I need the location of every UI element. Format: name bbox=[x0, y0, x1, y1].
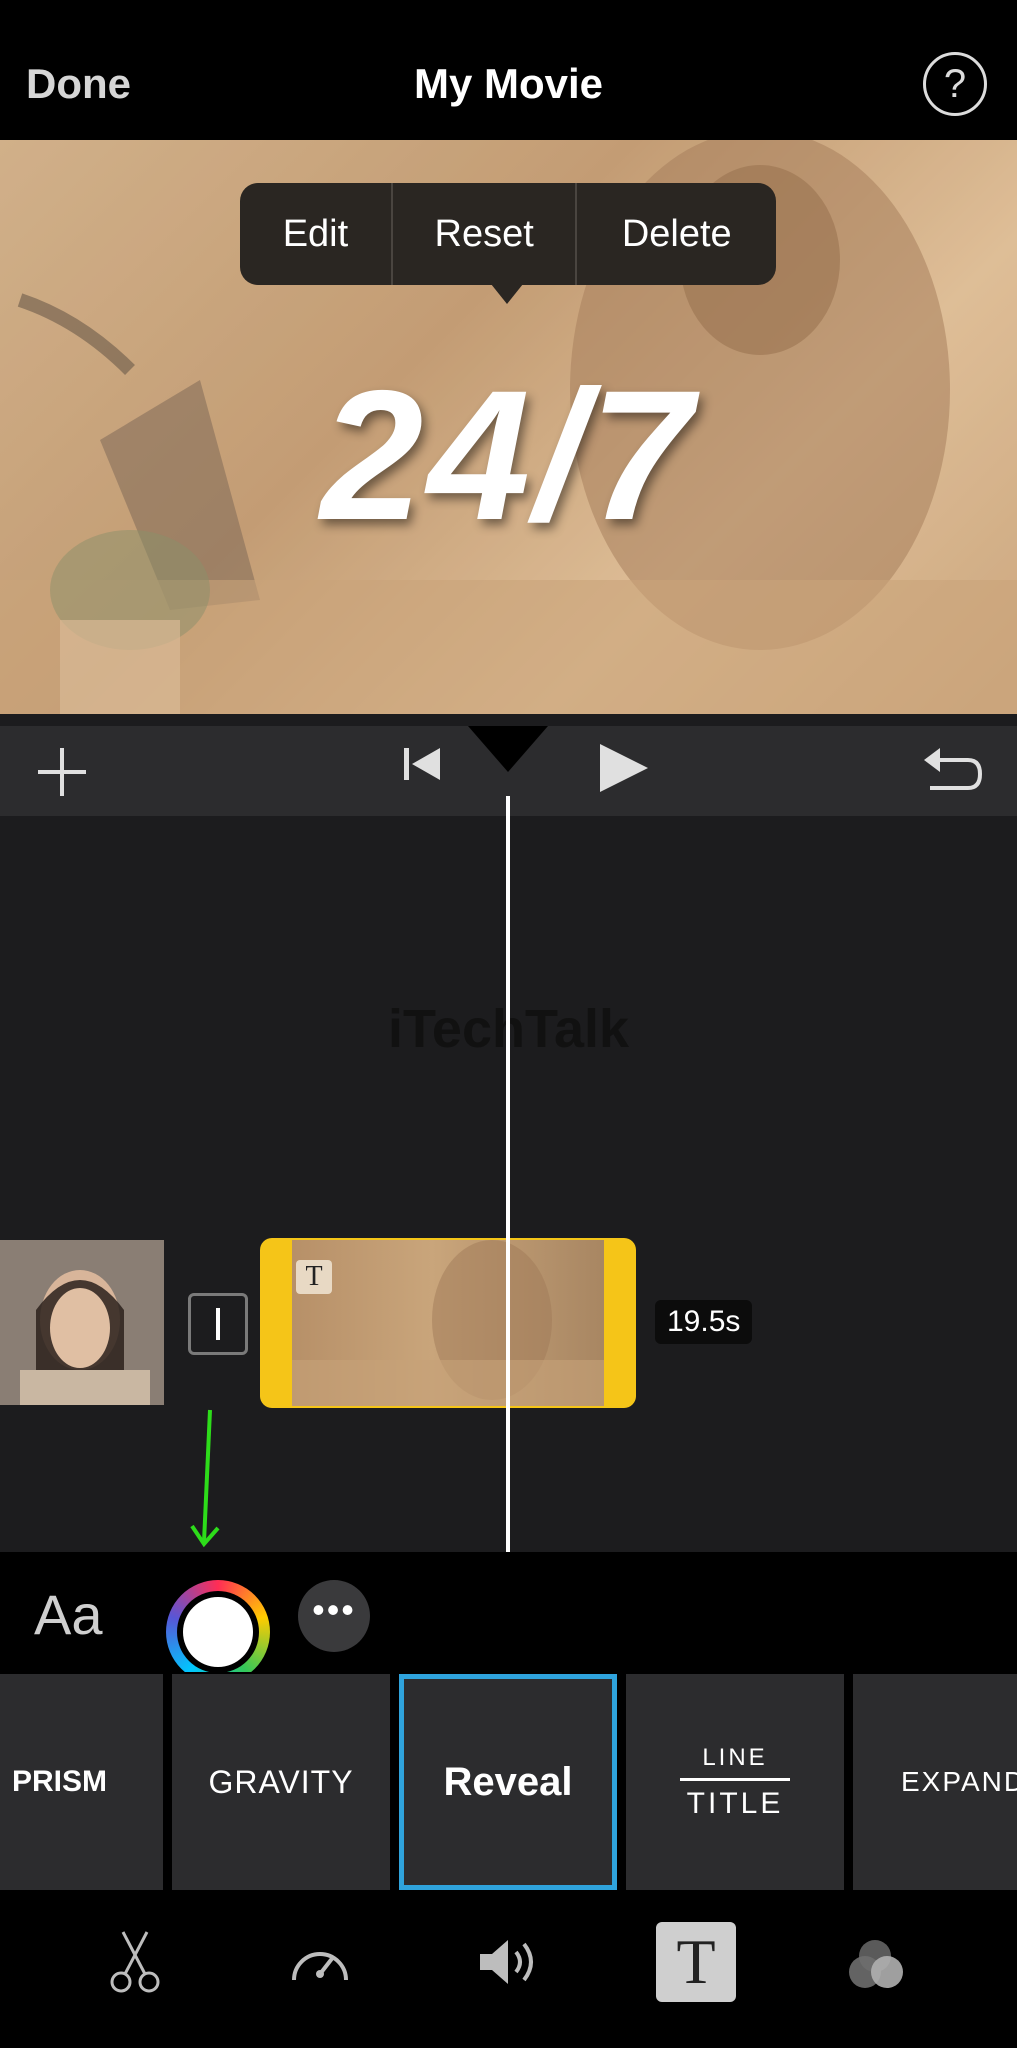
title-clip-thumbnail bbox=[292, 1240, 604, 1406]
divider bbox=[680, 1777, 790, 1781]
play-icon[interactable] bbox=[596, 740, 652, 796]
style-tile-line-title[interactable]: LINE TITLE bbox=[626, 1674, 844, 1890]
title-badge-icon: T bbox=[296, 1260, 332, 1294]
annotation-arrow-icon bbox=[188, 1408, 232, 1550]
skip-to-start-icon[interactable] bbox=[400, 742, 444, 786]
style-tile-reveal[interactable]: Reveal bbox=[399, 1674, 617, 1890]
style-tile-prism[interactable]: PRISM bbox=[0, 1674, 163, 1890]
edit-menu-item[interactable]: Edit bbox=[240, 183, 393, 285]
add-media-icon[interactable] bbox=[34, 744, 90, 800]
playhead-line[interactable] bbox=[506, 796, 510, 1552]
style-label: Reveal bbox=[443, 1759, 573, 1804]
movie-title: My Movie bbox=[413, 60, 604, 107]
video-clip-thumbnail[interactable] bbox=[0, 1240, 164, 1405]
style-tile-gravity[interactable]: GRAVITY bbox=[172, 1674, 390, 1890]
more-options-button[interactable]: ••• bbox=[298, 1580, 370, 1652]
selected-color-swatch bbox=[183, 1597, 253, 1667]
scissors-icon[interactable] bbox=[95, 1922, 175, 2002]
title-overlay-text[interactable]: 24/7 bbox=[0, 350, 1017, 562]
delete-menu-item[interactable]: Delete bbox=[577, 183, 776, 285]
style-label: EXPAND bbox=[901, 1766, 1017, 1797]
context-menu-pointer bbox=[491, 284, 523, 304]
text-icon[interactable]: T bbox=[656, 1922, 736, 2002]
speed-icon[interactable] bbox=[280, 1922, 360, 2002]
title-options-bar bbox=[0, 1552, 1017, 1672]
context-menu: Edit Reset Delete bbox=[240, 183, 776, 285]
style-label-bottom: TITLE bbox=[686, 1786, 784, 1820]
reset-menu-item[interactable]: Reset bbox=[393, 183, 578, 285]
font-button[interactable]: Aa bbox=[34, 1582, 103, 1647]
style-label: PRISM bbox=[12, 1765, 108, 1798]
filters-icon[interactable] bbox=[840, 1922, 920, 2002]
clip-duration-label: 19.5s bbox=[655, 1300, 753, 1344]
volume-icon[interactable] bbox=[468, 1922, 548, 2002]
help-icon[interactable]: ? bbox=[923, 52, 987, 116]
undo-icon[interactable] bbox=[922, 742, 984, 798]
playhead-marker bbox=[468, 726, 548, 772]
style-tile-expand[interactable]: EXPAND bbox=[853, 1674, 1017, 1890]
style-label: GRAVITY bbox=[208, 1763, 354, 1800]
style-label-top: LINE bbox=[702, 1743, 768, 1771]
transition-icon[interactable] bbox=[188, 1293, 248, 1355]
woman-headset-thumbnail bbox=[0, 1240, 164, 1405]
